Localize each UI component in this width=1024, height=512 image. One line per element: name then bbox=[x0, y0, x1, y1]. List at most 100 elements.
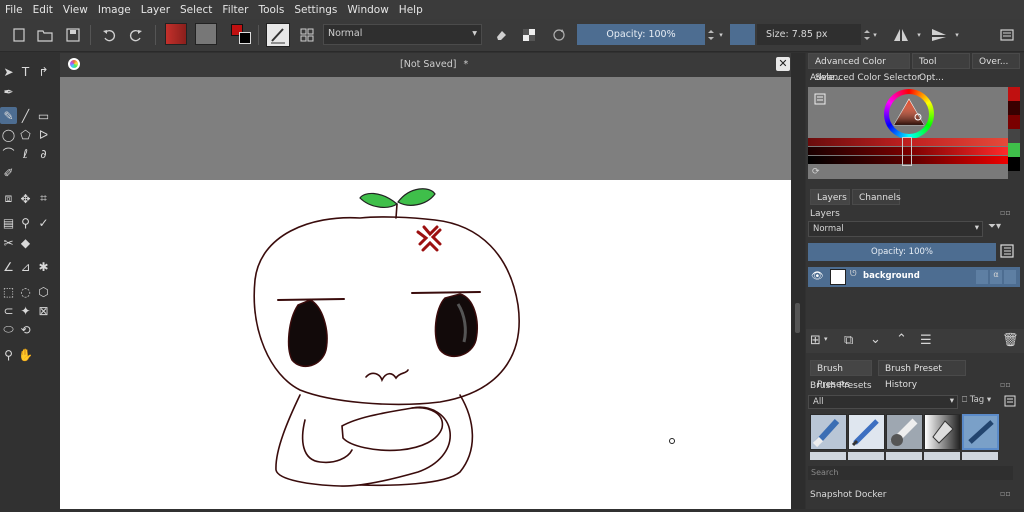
visibility-eye-icon[interactable]: 👁 bbox=[811, 271, 824, 282]
color-settings-icon[interactable] bbox=[814, 93, 826, 105]
color-swatches-icon[interactable] bbox=[229, 22, 253, 46]
color-picker-icon[interactable]: ⚲ bbox=[17, 214, 34, 231]
layer-filter-icon[interactable]: ⏷▾ bbox=[988, 221, 1014, 237]
dock-float-icon[interactable]: ▫▫ bbox=[1000, 208, 1011, 217]
brush-search-input[interactable]: Search bbox=[808, 466, 1013, 480]
color-select-icon[interactable]: ⊠ bbox=[35, 302, 52, 319]
saturation-triangle[interactable] bbox=[892, 97, 926, 129]
tag-button[interactable]: ⎕ Tag ▾ bbox=[962, 395, 1002, 409]
ellipse-tool-icon[interactable]: ◯ bbox=[0, 126, 17, 143]
move-layer-down-icon[interactable]: ⌄ bbox=[870, 332, 881, 347]
preset-pencil[interactable] bbox=[848, 414, 885, 450]
freehand-path-icon[interactable]: ℓ bbox=[17, 145, 34, 162]
menu-tools[interactable]: Tools bbox=[253, 4, 289, 16]
alpha-icon[interactable]: α bbox=[990, 270, 1002, 284]
size-slider[interactable]: Size: 7.85 px bbox=[757, 24, 861, 45]
layer-opacity-slider[interactable]: Opacity: 100% bbox=[808, 243, 996, 261]
magnetic-select-icon[interactable]: ⟲ bbox=[17, 321, 34, 338]
gradient-preset-icon[interactable] bbox=[165, 23, 187, 45]
menu-settings[interactable]: Settings bbox=[289, 4, 342, 16]
hue-ring[interactable] bbox=[884, 89, 934, 139]
move-layer-up-icon[interactable]: ⌃ bbox=[896, 332, 907, 347]
line-tool-icon[interactable]: ╱ bbox=[17, 107, 34, 124]
magic-wand-icon[interactable]: ✦ bbox=[17, 302, 34, 319]
menu-filter[interactable]: Filter bbox=[217, 4, 253, 16]
eraser-mode-icon[interactable] bbox=[490, 24, 512, 46]
color-patches[interactable] bbox=[1008, 87, 1020, 179]
dropdown-arrow-icon[interactable]: ▾ bbox=[914, 24, 924, 46]
tab-brush-preset-history[interactable]: Brush Preset History bbox=[878, 360, 966, 390]
color-history-icon[interactable]: ⟳ bbox=[812, 167, 820, 177]
preset-selected-brush[interactable] bbox=[962, 414, 999, 450]
tab-tool-options[interactable]: Tool Opt... bbox=[912, 53, 970, 83]
text-tool-icon[interactable]: T bbox=[17, 63, 34, 80]
edit-shapes-icon[interactable]: ↱ bbox=[35, 63, 52, 80]
workspace-menu-icon[interactable] bbox=[996, 24, 1018, 46]
color-selector-panel[interactable]: ⟳ bbox=[808, 87, 1008, 179]
multibrush-icon[interactable]: ✐ bbox=[0, 164, 17, 181]
transform-tool-icon[interactable]: ⧈ bbox=[0, 190, 17, 207]
dropdown-arrow-icon[interactable]: ▾ bbox=[952, 24, 962, 46]
menu-file[interactable]: File bbox=[0, 4, 28, 16]
preset-view-icon[interactable] bbox=[1004, 395, 1018, 409]
dropdown-arrow-icon[interactable]: ▾ bbox=[870, 24, 880, 46]
dock-float-icon[interactable]: ▫▫ bbox=[1000, 489, 1011, 498]
mirror-horizontal-icon[interactable] bbox=[890, 24, 912, 46]
calligraphy-icon[interactable]: ✒ bbox=[0, 83, 17, 100]
menu-layer[interactable]: Layer bbox=[136, 4, 175, 16]
opacity-slider[interactable]: Opacity: 100% bbox=[577, 24, 705, 45]
assistant-tool-icon[interactable]: ✂ bbox=[0, 234, 17, 251]
add-layer-icon[interactable]: ⊞ bbox=[810, 333, 821, 348]
polygon-tool-icon[interactable]: ⬠ bbox=[17, 126, 34, 143]
tab-brush-presets[interactable]: Brush Presets bbox=[810, 360, 872, 390]
duplicate-layer-icon[interactable]: ⧉ bbox=[844, 333, 853, 348]
freehand-brush-icon[interactable]: ✎ bbox=[0, 107, 17, 124]
bezier-tool-icon[interactable]: ⌒ bbox=[0, 145, 17, 162]
layer-row-background[interactable]: 👁 ᘎ background α bbox=[808, 267, 1020, 287]
crop-tool-icon[interactable]: ⌗ bbox=[35, 190, 52, 207]
measure-tool-icon[interactable]: ∠ bbox=[0, 258, 17, 275]
polygon-select-icon[interactable]: ⬡ bbox=[35, 283, 52, 300]
delete-layer-icon[interactable]: 🗑 bbox=[1002, 333, 1019, 348]
pan-tool-icon[interactable]: ✋ bbox=[17, 346, 34, 363]
size-slider-fill[interactable] bbox=[730, 24, 755, 45]
smart-patch-icon[interactable]: ✓ bbox=[35, 214, 52, 231]
dropdown-arrow-icon[interactable]: ▾ bbox=[824, 335, 828, 343]
menu-image[interactable]: Image bbox=[93, 4, 136, 16]
menu-select[interactable]: Select bbox=[175, 4, 217, 16]
brush-preset-icon[interactable] bbox=[266, 23, 290, 47]
select-shapes-icon[interactable]: ➤ bbox=[0, 63, 17, 80]
lock-icon[interactable] bbox=[976, 270, 988, 284]
mirror-vertical-icon[interactable] bbox=[928, 24, 950, 46]
redo-icon[interactable] bbox=[125, 24, 147, 46]
move-tool-icon[interactable]: ✥ bbox=[17, 190, 34, 207]
brush-filter-select[interactable]: All ▾ bbox=[808, 395, 958, 409]
grid-options-icon[interactable] bbox=[296, 24, 318, 46]
gradient-tool-icon[interactable]: ▤ bbox=[0, 214, 17, 231]
menu-help[interactable]: Help bbox=[394, 4, 428, 16]
dropdown-arrow-icon[interactable]: ▾ bbox=[716, 24, 726, 46]
preset-row-2[interactable] bbox=[810, 452, 1000, 460]
close-document-icon[interactable]: ✕ bbox=[776, 57, 790, 71]
inherit-alpha-icon[interactable] bbox=[1004, 270, 1016, 284]
rectangle-tool-icon[interactable]: ▭ bbox=[35, 107, 52, 124]
dock-float-icon[interactable]: ▫▫ bbox=[1000, 380, 1011, 389]
ellipse-select-icon[interactable]: ◌ bbox=[17, 283, 34, 300]
new-document-icon[interactable] bbox=[8, 24, 30, 46]
menu-edit[interactable]: Edit bbox=[28, 4, 58, 16]
rect-select-icon[interactable]: ⬚ bbox=[0, 283, 17, 300]
freehand-select-icon[interactable]: ⊂ bbox=[0, 302, 17, 319]
layer-properties-icon[interactable] bbox=[1000, 244, 1016, 260]
zoom-tool-icon[interactable]: ⚲ bbox=[0, 346, 17, 363]
preset-soft-brush[interactable] bbox=[886, 414, 923, 450]
save-icon[interactable] bbox=[62, 24, 84, 46]
canvas-scrollbar[interactable] bbox=[791, 53, 805, 509]
bezier-select-icon[interactable]: ⬭ bbox=[0, 321, 17, 338]
layer-settings-icon[interactable]: ☰ bbox=[920, 333, 932, 348]
tab-advanced-color-selector[interactable]: Advanced Color Sele... bbox=[808, 53, 910, 83]
tab-layers[interactable]: Layers bbox=[810, 189, 850, 205]
pin-tool-icon[interactable]: ✱ bbox=[35, 258, 52, 275]
preset-eraser[interactable] bbox=[810, 414, 847, 450]
scrollbar-handle[interactable] bbox=[795, 303, 800, 333]
layer-blend-mode-select[interactable]: Normal ▾ bbox=[808, 221, 983, 237]
